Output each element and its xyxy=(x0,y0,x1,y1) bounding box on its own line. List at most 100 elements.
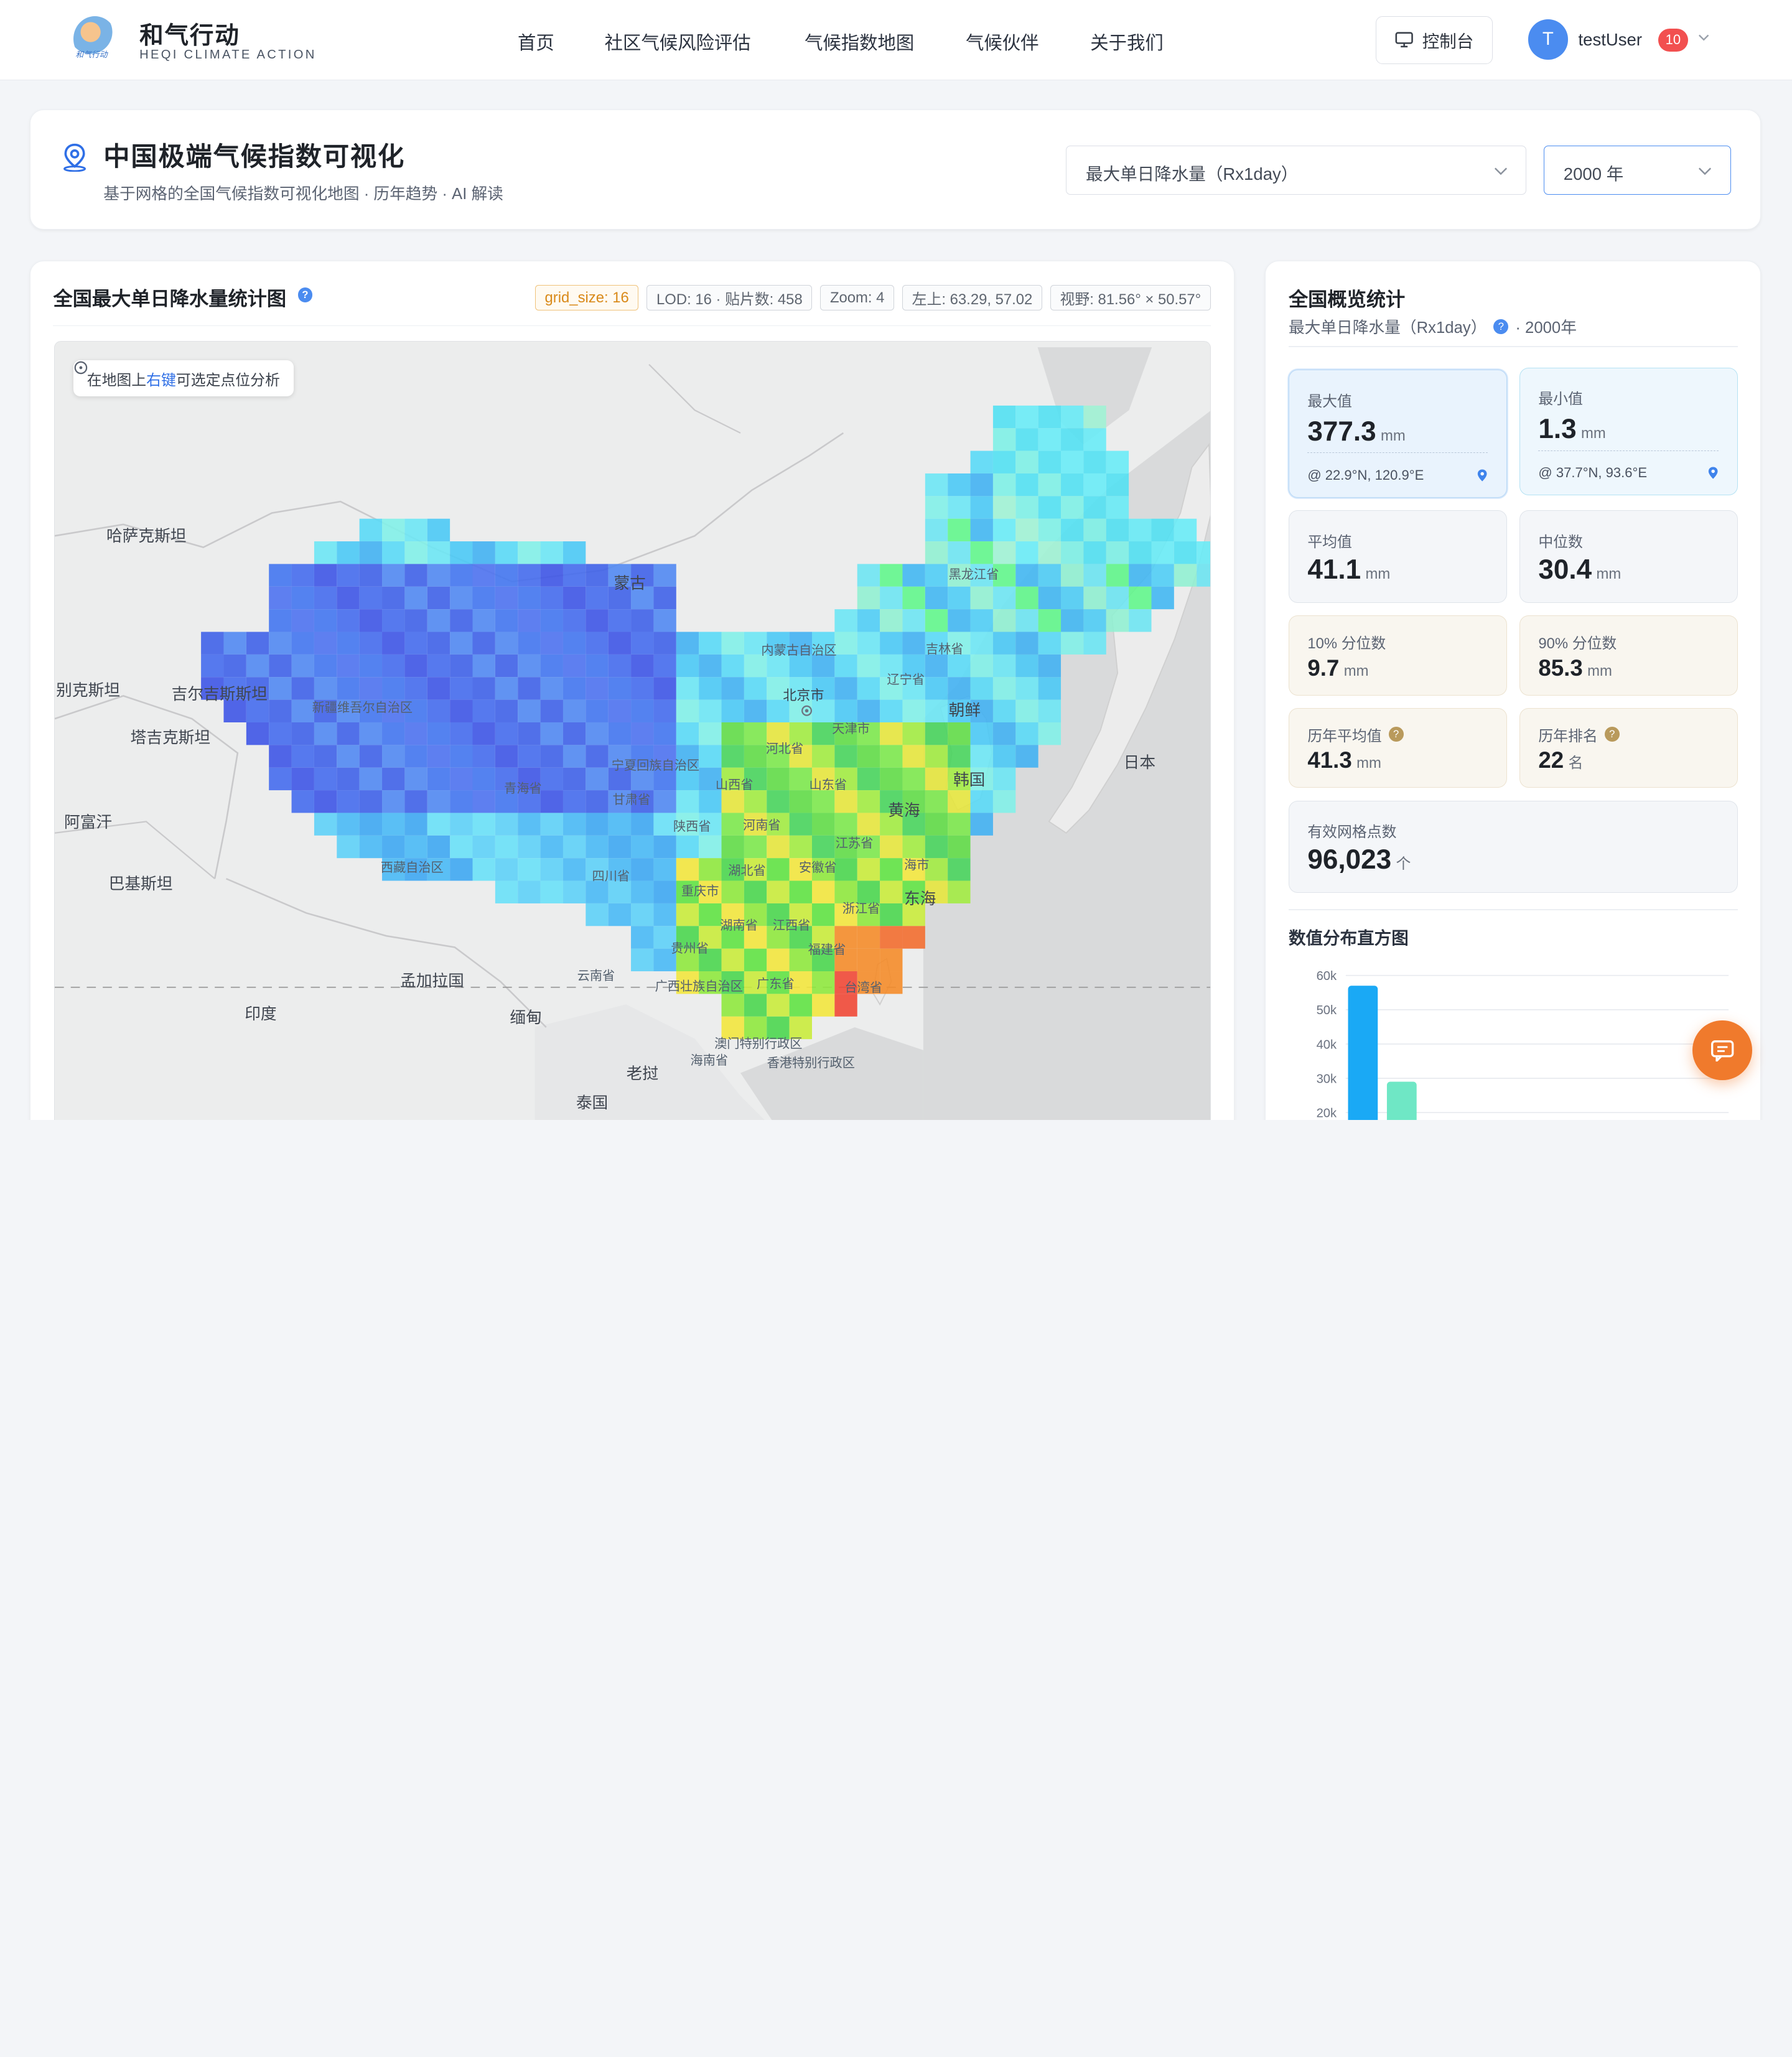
grid-cell xyxy=(631,836,654,859)
histogram-bar[interactable] xyxy=(1348,986,1378,1120)
year-select[interactable]: 2000 年 xyxy=(1543,146,1731,195)
grid-cell xyxy=(540,836,564,859)
grid-cell xyxy=(1061,541,1084,564)
chevron-down-icon[interactable] xyxy=(1698,32,1709,43)
grid-cell xyxy=(1061,450,1084,474)
username[interactable]: testUser xyxy=(1578,30,1642,50)
grid-cell xyxy=(631,903,654,926)
label-hebei: 河北省 xyxy=(765,742,804,756)
notification-badge[interactable]: 10 xyxy=(1658,28,1688,52)
label-chongqing: 重庆市 xyxy=(681,885,719,899)
grid-cell xyxy=(993,699,1016,723)
grid-cell xyxy=(1015,450,1038,474)
grid-cell xyxy=(518,609,541,632)
grid-cell xyxy=(314,677,337,700)
grid-cell xyxy=(880,948,903,972)
grid-cell xyxy=(767,880,790,904)
label-gansu: 甘肃省 xyxy=(612,793,651,808)
grid-cell xyxy=(993,519,1016,542)
index-select[interactable]: 最大单日降水量（Rx1day） xyxy=(1065,146,1526,195)
histogram-chart[interactable]: 60k 50k 40k 30k 20k xyxy=(1289,953,1738,1120)
grid-cell xyxy=(1038,541,1062,564)
nav-link-risk[interactable]: 社区气候风险评估 xyxy=(605,29,751,55)
grid-cell xyxy=(925,745,948,768)
grid-cell xyxy=(609,677,632,700)
grid-cell xyxy=(1106,587,1129,610)
nav-link-home[interactable]: 首页 xyxy=(518,29,554,55)
location-pin-icon[interactable] xyxy=(1707,466,1719,480)
console-button[interactable]: 控制台 xyxy=(1376,16,1493,64)
stat-max[interactable]: 最大值 377.3 mm @ 22.9°N, 120.9°E xyxy=(1288,370,1507,498)
nav-link-about[interactable]: 关于我们 xyxy=(1090,29,1164,55)
grid-cell xyxy=(1083,609,1107,632)
grid-cell xyxy=(812,836,835,859)
avatar[interactable]: T xyxy=(1528,19,1568,60)
grid-cell xyxy=(1197,541,1211,564)
label-tajik: 塔吉克斯坦 xyxy=(130,729,211,747)
help-icon[interactable]: ? xyxy=(297,287,313,302)
chevron-down-icon xyxy=(1494,167,1507,175)
stat-median-number: 30.4 xyxy=(1538,554,1592,585)
grid-cell xyxy=(857,609,880,632)
grid-cell xyxy=(495,699,518,723)
grid-cell xyxy=(857,745,880,768)
grid-cell xyxy=(676,699,699,723)
grid-cell xyxy=(1038,450,1062,474)
stat-hist-mean-unit: mm xyxy=(1356,755,1381,772)
grid-cell xyxy=(472,768,496,791)
label-korea-s: 韩国 xyxy=(953,771,986,789)
grid-cell xyxy=(1197,564,1211,587)
grid-cell xyxy=(586,745,609,768)
grid-cell xyxy=(1083,406,1107,429)
grid-cell xyxy=(1083,428,1107,451)
grid-cell xyxy=(359,813,383,836)
grid-cell xyxy=(789,836,813,859)
grid-cell xyxy=(834,609,858,632)
grid-cell xyxy=(518,858,541,881)
stat-min[interactable]: 最小值 1.3 mm @ 37.7°N, 93.6°E xyxy=(1519,367,1738,496)
climate-map[interactable]: 在地图上右键可选定点位分析 哈萨克斯坦 蒙古 别克斯坦 吉尔吉斯斯坦 塔吉克斯坦… xyxy=(54,341,1211,1120)
grid-cell xyxy=(1015,541,1038,564)
grid-cell xyxy=(337,790,360,813)
grid-cell xyxy=(472,836,496,859)
grid-cell xyxy=(1015,677,1038,700)
stat-p90-number: 85.3 xyxy=(1538,655,1583,681)
grid-cell xyxy=(246,632,269,655)
grid-cell xyxy=(269,564,292,587)
grid-cell xyxy=(1038,406,1062,429)
grid-cell xyxy=(269,722,292,745)
grid-cell xyxy=(1151,541,1175,564)
nav-link-map[interactable]: 气候指数地图 xyxy=(805,29,914,55)
grid-cell xyxy=(1083,587,1107,610)
grid-cell xyxy=(1061,587,1084,610)
grid-cell xyxy=(857,858,880,881)
page-subtitle: 基于网格的全国气候指数可视化地图 · 历年趋势 · AI 解读 xyxy=(103,185,503,203)
grid-cell xyxy=(1015,428,1038,451)
grid-cell xyxy=(450,722,473,745)
grid-cell xyxy=(721,655,745,678)
label-kazakhstan: 哈萨克斯坦 xyxy=(106,528,187,546)
nav-link-partners[interactable]: 气候伙伴 xyxy=(966,29,1039,55)
grid-cell xyxy=(609,609,632,632)
grid-cell xyxy=(948,880,971,904)
help-icon[interactable]: ? xyxy=(1388,727,1404,742)
label-tibet: 西藏自治区 xyxy=(380,861,444,875)
brand-title[interactable]: 和气行动 xyxy=(139,16,240,51)
stat-mean: 平均值 41.1 mm xyxy=(1288,510,1507,603)
grid-cell xyxy=(223,655,247,678)
stat-rank-label: 历年排名? xyxy=(1538,724,1620,745)
help-icon[interactable]: ? xyxy=(1604,727,1620,742)
grid-cell xyxy=(472,541,496,564)
zoom-tag: Zoom: 4 xyxy=(820,285,895,310)
chat-button[interactable] xyxy=(1692,1020,1752,1080)
stat-hist-mean-number: 41.3 xyxy=(1307,747,1352,773)
histogram-bar[interactable] xyxy=(1386,1081,1417,1120)
location-pin-icon[interactable] xyxy=(1477,469,1488,482)
grid-cell xyxy=(1038,428,1062,451)
grid-cell xyxy=(382,813,405,836)
divider xyxy=(1288,345,1738,347)
grid-cell xyxy=(1129,564,1152,587)
grid-cell xyxy=(540,722,564,745)
help-icon[interactable]: ? xyxy=(1493,319,1509,334)
grid-cell xyxy=(563,632,586,655)
